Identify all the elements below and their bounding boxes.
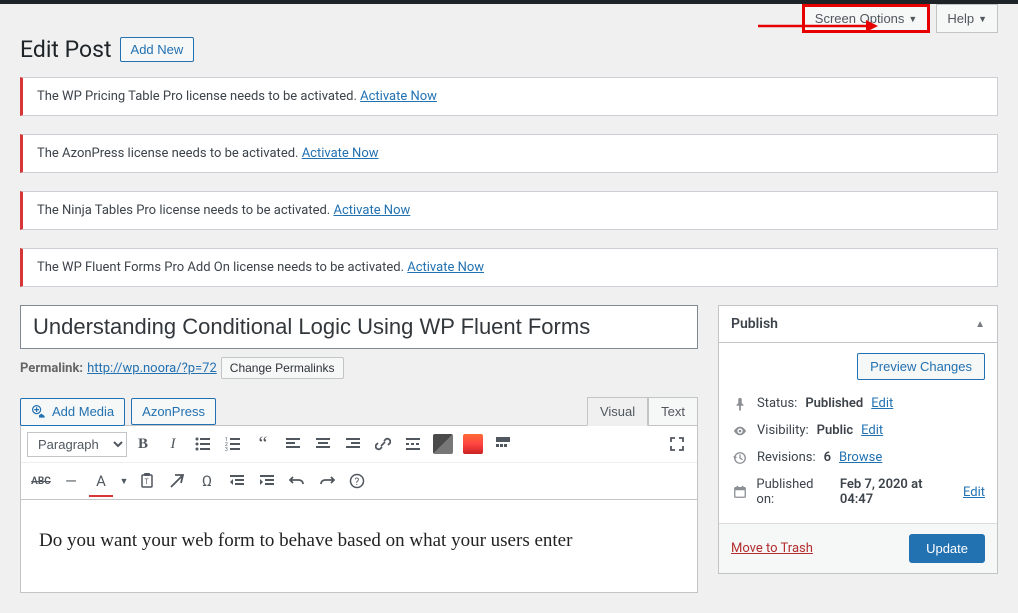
- azonpress-button[interactable]: AzonPress: [131, 398, 216, 425]
- align-left-button[interactable]: [279, 430, 307, 458]
- read-more-button[interactable]: [399, 430, 427, 458]
- published-value: Feb 7, 2020 at 04:47: [840, 477, 955, 507]
- activate-link[interactable]: Activate Now: [407, 260, 484, 275]
- revisions-icon: [731, 451, 749, 465]
- page-title: Edit Post: [20, 36, 112, 63]
- revisions-value: 6: [824, 450, 831, 465]
- toolbar-toggle-button[interactable]: [489, 430, 517, 458]
- eye-icon: [731, 424, 749, 438]
- svg-text:T: T: [145, 478, 150, 486]
- notice-azonpress: The AzonPress license needs to be activa…: [20, 134, 998, 173]
- svg-text:3: 3: [225, 447, 228, 452]
- update-button[interactable]: Update: [909, 534, 985, 563]
- format-select[interactable]: Paragraph: [27, 432, 127, 457]
- chevron-down-icon: ▼: [978, 14, 987, 24]
- visibility-value: Public: [817, 423, 853, 438]
- permalink-url[interactable]: http://wp.noora/?p=72: [87, 361, 217, 376]
- permalink-label: Permalink:: [20, 361, 83, 376]
- notice-text: The WP Fluent Forms Pro Add On license n…: [37, 260, 407, 275]
- activate-link[interactable]: Activate Now: [360, 89, 437, 104]
- horizontal-rule-button[interactable]: —: [57, 467, 85, 495]
- align-right-button[interactable]: [339, 430, 367, 458]
- blockquote-button[interactable]: “: [249, 430, 277, 458]
- published-label: Published on:: [756, 477, 831, 507]
- editor-content[interactable]: Do you want your web form to behave base…: [20, 500, 698, 593]
- notice-text: The WP Pricing Table Pro license needs t…: [37, 89, 360, 104]
- keyboard-help-button[interactable]: ?: [343, 467, 371, 495]
- post-title-input[interactable]: [20, 305, 698, 349]
- clear-formatting-button[interactable]: [163, 467, 191, 495]
- align-center-button[interactable]: [309, 430, 337, 458]
- color-swatch-button[interactable]: [459, 430, 487, 458]
- annotation-arrow: [758, 16, 878, 36]
- help-button[interactable]: Help ▼: [936, 4, 998, 33]
- publish-box-header[interactable]: Publish ▲: [719, 306, 997, 343]
- visibility-edit-link[interactable]: Edit: [861, 423, 883, 438]
- bullet-list-button[interactable]: [189, 430, 217, 458]
- published-edit-link[interactable]: Edit: [963, 485, 985, 500]
- move-to-trash-link[interactable]: Move to Trash: [731, 541, 813, 556]
- table-button[interactable]: [429, 430, 457, 458]
- add-media-label: Add Media: [52, 404, 114, 419]
- bold-button[interactable]: B: [129, 430, 157, 458]
- svg-text:?: ?: [355, 477, 360, 488]
- tab-text[interactable]: Text: [648, 397, 698, 426]
- indent-button[interactable]: [253, 467, 281, 495]
- publish-box-title: Publish: [731, 316, 778, 332]
- italic-button[interactable]: I: [159, 430, 187, 458]
- editor-toolbar: Paragraph B I 123 “: [20, 425, 698, 500]
- notice-fluent-forms: The WP Fluent Forms Pro Add On license n…: [20, 248, 998, 287]
- text-color-dropdown[interactable]: ▼: [117, 467, 131, 495]
- visibility-label: Visibility:: [757, 423, 809, 438]
- paste-text-button[interactable]: T: [133, 467, 161, 495]
- notice-text: The AzonPress license needs to be activa…: [37, 146, 302, 161]
- media-icon: [31, 404, 47, 420]
- collapse-icon: ▲: [975, 319, 985, 330]
- preview-changes-button[interactable]: Preview Changes: [857, 353, 985, 380]
- strikethrough-button[interactable]: ABC: [27, 467, 55, 495]
- revisions-label: Revisions:: [757, 450, 816, 465]
- status-label: Status:: [757, 396, 797, 411]
- special-char-button[interactable]: Ω: [193, 467, 221, 495]
- redo-button[interactable]: [313, 467, 341, 495]
- notice-ninja-tables: The Ninja Tables Pro license needs to be…: [20, 191, 998, 230]
- add-media-button[interactable]: Add Media: [20, 398, 125, 426]
- help-label: Help: [947, 11, 974, 26]
- fullscreen-button[interactable]: [663, 430, 691, 458]
- pin-icon: [731, 397, 749, 411]
- add-new-button[interactable]: Add New: [120, 37, 195, 62]
- publish-box: Publish ▲ Preview Changes Status: Publis…: [718, 305, 998, 574]
- chevron-down-icon: ▼: [908, 14, 917, 24]
- status-value: Published: [805, 396, 863, 411]
- notice-text: The Ninja Tables Pro license needs to be…: [37, 203, 333, 218]
- status-edit-link[interactable]: Edit: [871, 396, 893, 411]
- numbered-list-button[interactable]: 123: [219, 430, 247, 458]
- revisions-browse-link[interactable]: Browse: [839, 450, 882, 465]
- link-button[interactable]: [369, 430, 397, 458]
- change-permalinks-button[interactable]: Change Permalinks: [221, 357, 344, 379]
- notice-pricing-table: The WP Pricing Table Pro license needs t…: [20, 77, 998, 116]
- tab-visual[interactable]: Visual: [587, 397, 648, 426]
- calendar-icon: [731, 485, 748, 499]
- activate-link[interactable]: Activate Now: [333, 203, 410, 218]
- activate-link[interactable]: Activate Now: [302, 146, 379, 161]
- outdent-button[interactable]: [223, 467, 251, 495]
- undo-button[interactable]: [283, 467, 311, 495]
- text-color-button[interactable]: A: [87, 467, 115, 495]
